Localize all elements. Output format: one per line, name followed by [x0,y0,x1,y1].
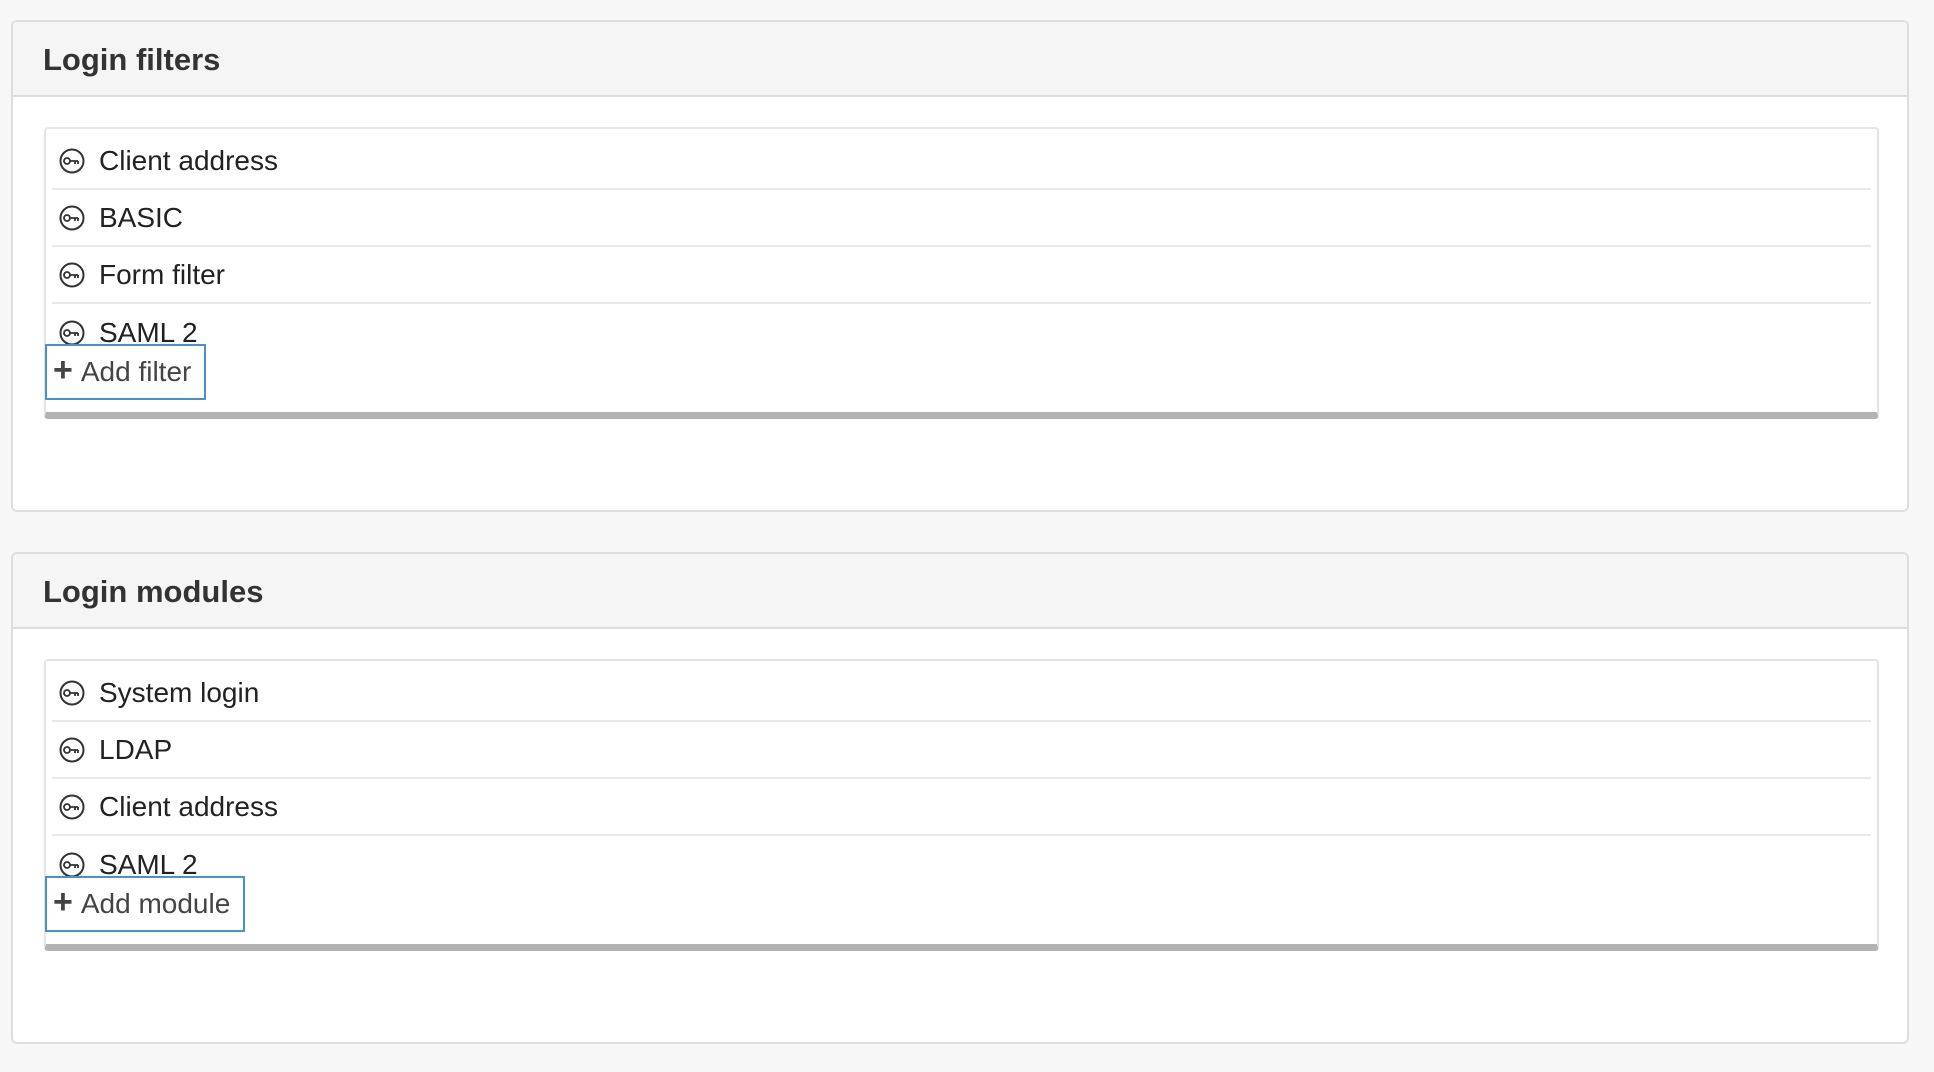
modules-list[interactable]: System login LDAP Client address SAML 2 [44,659,1879,951]
list-item-label: Form filter [99,258,225,290]
list-item[interactable]: SAML 2 [52,836,1871,893]
panel-body: Client address BASIC Form filter SAML 2 [13,97,1907,419]
list-item-label: Client address [99,790,278,822]
list-item-label: Client address [99,144,278,176]
filters-list[interactable]: Client address BASIC Form filter SAML 2 [44,127,1879,419]
list-item[interactable]: Client address [52,779,1871,836]
panel-title: Login modules [43,573,264,609]
key-circle-icon [58,261,86,289]
add-filter-label: Add filter [80,356,192,387]
plus-icon: + [53,883,73,921]
list-item-label: BASIC [99,201,184,233]
plus-icon: + [53,351,73,389]
list-item[interactable]: System login [52,665,1871,722]
add-filter-button[interactable]: + Add filter [45,344,207,400]
panel-title: Login filters [43,41,221,77]
add-module-button[interactable]: + Add module [45,876,246,932]
key-circle-icon [58,319,86,347]
panel-heading: Login filters [13,22,1907,97]
panel-heading: Login modules [13,554,1907,629]
list-item[interactable]: Client address [52,133,1871,190]
login-filters-panel: Login filters Client address BASIC Form … [11,20,1909,512]
key-circle-icon [58,679,86,707]
list-item-label: LDAP [99,733,173,765]
list-item[interactable]: SAML 2 [52,304,1871,361]
add-module-label: Add module [80,888,231,919]
list-item-label: System login [99,676,260,708]
list-item[interactable]: Form filter [52,247,1871,304]
key-circle-icon [58,736,86,764]
key-circle-icon [58,204,86,232]
list-item[interactable]: LDAP [52,722,1871,779]
key-circle-icon [58,147,86,175]
panel-body: System login LDAP Client address SAML 2 [13,629,1907,951]
key-circle-icon [58,851,86,879]
key-circle-icon [58,793,86,821]
list-item[interactable]: BASIC [52,190,1871,247]
login-modules-panel: Login modules System login LDAP Client a… [11,552,1909,1044]
